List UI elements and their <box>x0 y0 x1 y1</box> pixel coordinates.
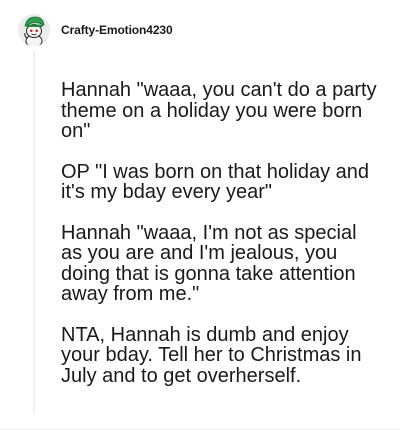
comment-card: Crafty-Emotion4230 Hannah "waaa, you can… <box>0 0 400 430</box>
comment-paragraph: NTA, Hannah is dumb and enjoy your bday.… <box>61 323 362 387</box>
thread-collapse-line[interactable] <box>33 52 35 414</box>
user-avatar[interactable] <box>18 14 50 46</box>
comment-paragraph: Hannah "waaa, you can't do a party theme… <box>61 79 377 142</box>
comment-paragraph: OP "I was born on that holiday and it's … <box>61 160 370 203</box>
comment-header: Crafty-Emotion4230 <box>18 14 173 46</box>
comment-paragraph: Hannah "waaa, I'm not as special as you … <box>61 221 357 305</box>
username[interactable]: Crafty-Emotion4230 <box>61 23 173 37</box>
comment-body: Hannah "waaa, you can't do a party theme… <box>61 80 381 386</box>
snoo-avatar-icon <box>18 14 50 46</box>
